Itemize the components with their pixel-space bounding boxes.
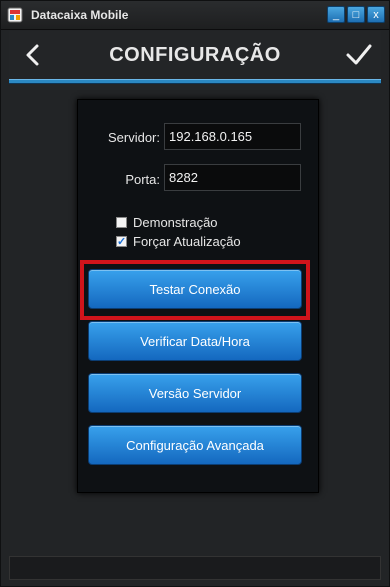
force-update-checkbox[interactable]: ✓ <box>116 235 127 248</box>
highlight-box <box>80 260 310 320</box>
page-header: CONFIGURAÇÃO <box>9 31 381 79</box>
maximize-button[interactable]: □ <box>347 6 365 23</box>
server-version-button[interactable]: Versão Servidor <box>88 373 302 413</box>
minimize-button[interactable]: _ <box>327 6 345 23</box>
demo-checkbox-row[interactable]: Demonstração <box>116 214 218 230</box>
port-label: Porta: <box>125 172 160 187</box>
page-title: CONFIGURAÇÃO <box>109 44 281 66</box>
force-update-checkbox-label: Forçar Atualização <box>133 233 241 249</box>
app-window: Datacaixa Mobile _ □ x CONFIGURAÇÃO Serv… <box>0 0 390 587</box>
check-datetime-button[interactable]: Verificar Data/Hora <box>88 321 302 361</box>
force-update-checkbox-row[interactable]: ✓ Forçar Atualização <box>116 233 241 249</box>
status-bar <box>9 556 381 580</box>
header-divider <box>9 79 381 84</box>
close-button[interactable]: x <box>367 6 385 23</box>
checkmark-icon: ✓ <box>117 235 127 248</box>
port-input[interactable]: 8282 <box>164 164 301 191</box>
demo-checkbox-label: Demonstração <box>133 214 218 230</box>
title-bar[interactable]: Datacaixa Mobile _ □ x <box>1 1 389 30</box>
window-title: Datacaixa Mobile <box>31 8 129 22</box>
advanced-config-button[interactable]: Configuração Avançada <box>88 425 302 465</box>
app-icon <box>7 7 23 23</box>
server-label: Servidor: <box>107 130 160 145</box>
demo-checkbox[interactable] <box>116 216 127 228</box>
server-input[interactable]: 192.168.0.165 <box>164 123 301 150</box>
checkmark-icon[interactable] <box>345 43 373 67</box>
